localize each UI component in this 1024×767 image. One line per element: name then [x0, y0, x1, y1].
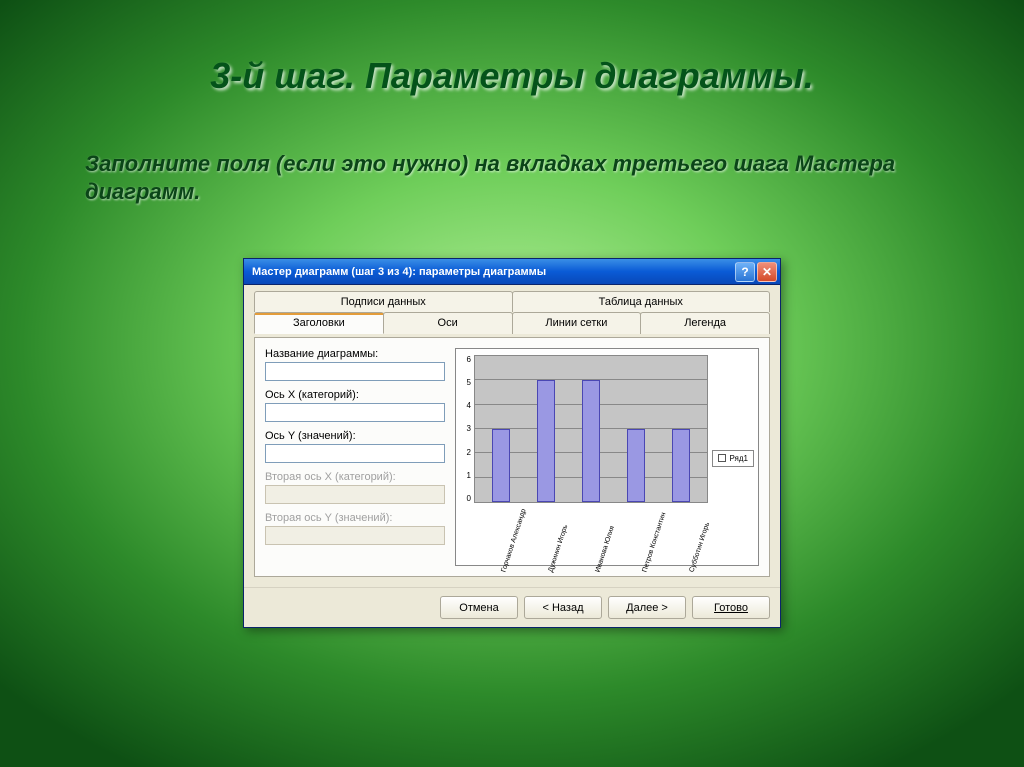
chart-title-label: Название диаграммы:: [265, 348, 445, 360]
x2-axis-field: Вторая ось X (категорий):: [265, 471, 445, 504]
chart-title-field: Название диаграммы:: [265, 348, 445, 381]
x-category: Субботин Игорь: [688, 554, 746, 588]
y-tick: 3: [462, 424, 471, 433]
dialog-title: Мастер диаграмм (шаг 3 из 4): параметры …: [252, 266, 546, 278]
tab-data-labels[interactable]: Подписи данных: [254, 291, 513, 312]
button-row: Отмена < Назад Далее > Готово: [244, 587, 780, 627]
back-button[interactable]: < Назад: [524, 596, 602, 619]
cancel-button[interactable]: Отмена: [440, 596, 518, 619]
slide-canvas: 3-й шаг. Параметры диаграммы. Заполните …: [0, 0, 1024, 767]
bar: [672, 429, 690, 502]
plot-grid: [474, 355, 708, 503]
y-tick: 6: [462, 355, 471, 364]
x-axis-categories: Горчаков АлександрДужинин ИгорьИванова Ю…: [462, 503, 708, 561]
tab-container: Подписи данных Таблица данных Заголовки …: [254, 291, 770, 334]
x-axis-input[interactable]: [265, 403, 445, 422]
bars-container: [475, 356, 707, 502]
y2-axis-input: [265, 526, 445, 545]
tab-titles[interactable]: Заголовки: [254, 312, 384, 334]
dialog-body: Подписи данных Таблица данных Заголовки …: [244, 285, 780, 587]
tab-content: Название диаграммы: Ось X (категорий): О…: [254, 337, 770, 577]
y-tick: 5: [462, 378, 471, 387]
slide-subtitle: Заполните поля (если это нужно) на вклад…: [85, 150, 939, 205]
tab-axes[interactable]: Оси: [383, 312, 513, 334]
y-axis-field: Ось Y (значений):: [265, 430, 445, 463]
close-button[interactable]: ✕: [757, 262, 777, 282]
x2-axis-label: Вторая ось X (категорий):: [265, 471, 445, 483]
bar: [627, 429, 645, 502]
fields-column: Название диаграммы: Ось X (категорий): О…: [265, 348, 445, 566]
y-tick: 4: [462, 401, 471, 410]
bar: [537, 380, 555, 502]
next-button[interactable]: Далее >: [608, 596, 686, 619]
slide-title: 3-й шаг. Параметры диаграммы.: [0, 55, 1024, 97]
chart-wizard-dialog: Мастер диаграмм (шаг 3 из 4): параметры …: [243, 258, 781, 628]
bar: [582, 380, 600, 502]
bar: [492, 429, 510, 502]
y-tick: 1: [462, 471, 471, 480]
y-tick: 0: [462, 494, 471, 503]
help-button[interactable]: ?: [735, 262, 755, 282]
x-axis-field: Ось X (категорий):: [265, 389, 445, 422]
x2-axis-input: [265, 485, 445, 504]
y-axis-ticks: 6 5 4 3 2 1 0: [462, 355, 474, 503]
chart-preview: 6 5 4 3 2 1 0 Горчаков АлександрДужинин ИгорьИ…: [455, 348, 759, 566]
legend-label: Ряд1: [729, 454, 748, 463]
y-axis-label: Ось Y (значений):: [265, 430, 445, 442]
x-axis-label: Ось X (категорий):: [265, 389, 445, 401]
legend: Ряд1: [712, 450, 754, 467]
y-axis-input[interactable]: [265, 444, 445, 463]
y2-axis-label: Вторая ось Y (значений):: [265, 512, 445, 524]
tab-data-table[interactable]: Таблица данных: [512, 291, 771, 312]
tab-legend[interactable]: Легенда: [640, 312, 770, 334]
titlebar[interactable]: Мастер диаграмм (шаг 3 из 4): параметры …: [244, 259, 780, 285]
y-tick: 2: [462, 448, 471, 457]
finish-button[interactable]: Готово: [692, 596, 770, 619]
y2-axis-field: Вторая ось Y (значений):: [265, 512, 445, 545]
tab-gridlines[interactable]: Линии сетки: [512, 312, 642, 334]
legend-checkbox-icon: [718, 454, 726, 462]
chart-title-input[interactable]: [265, 362, 445, 381]
